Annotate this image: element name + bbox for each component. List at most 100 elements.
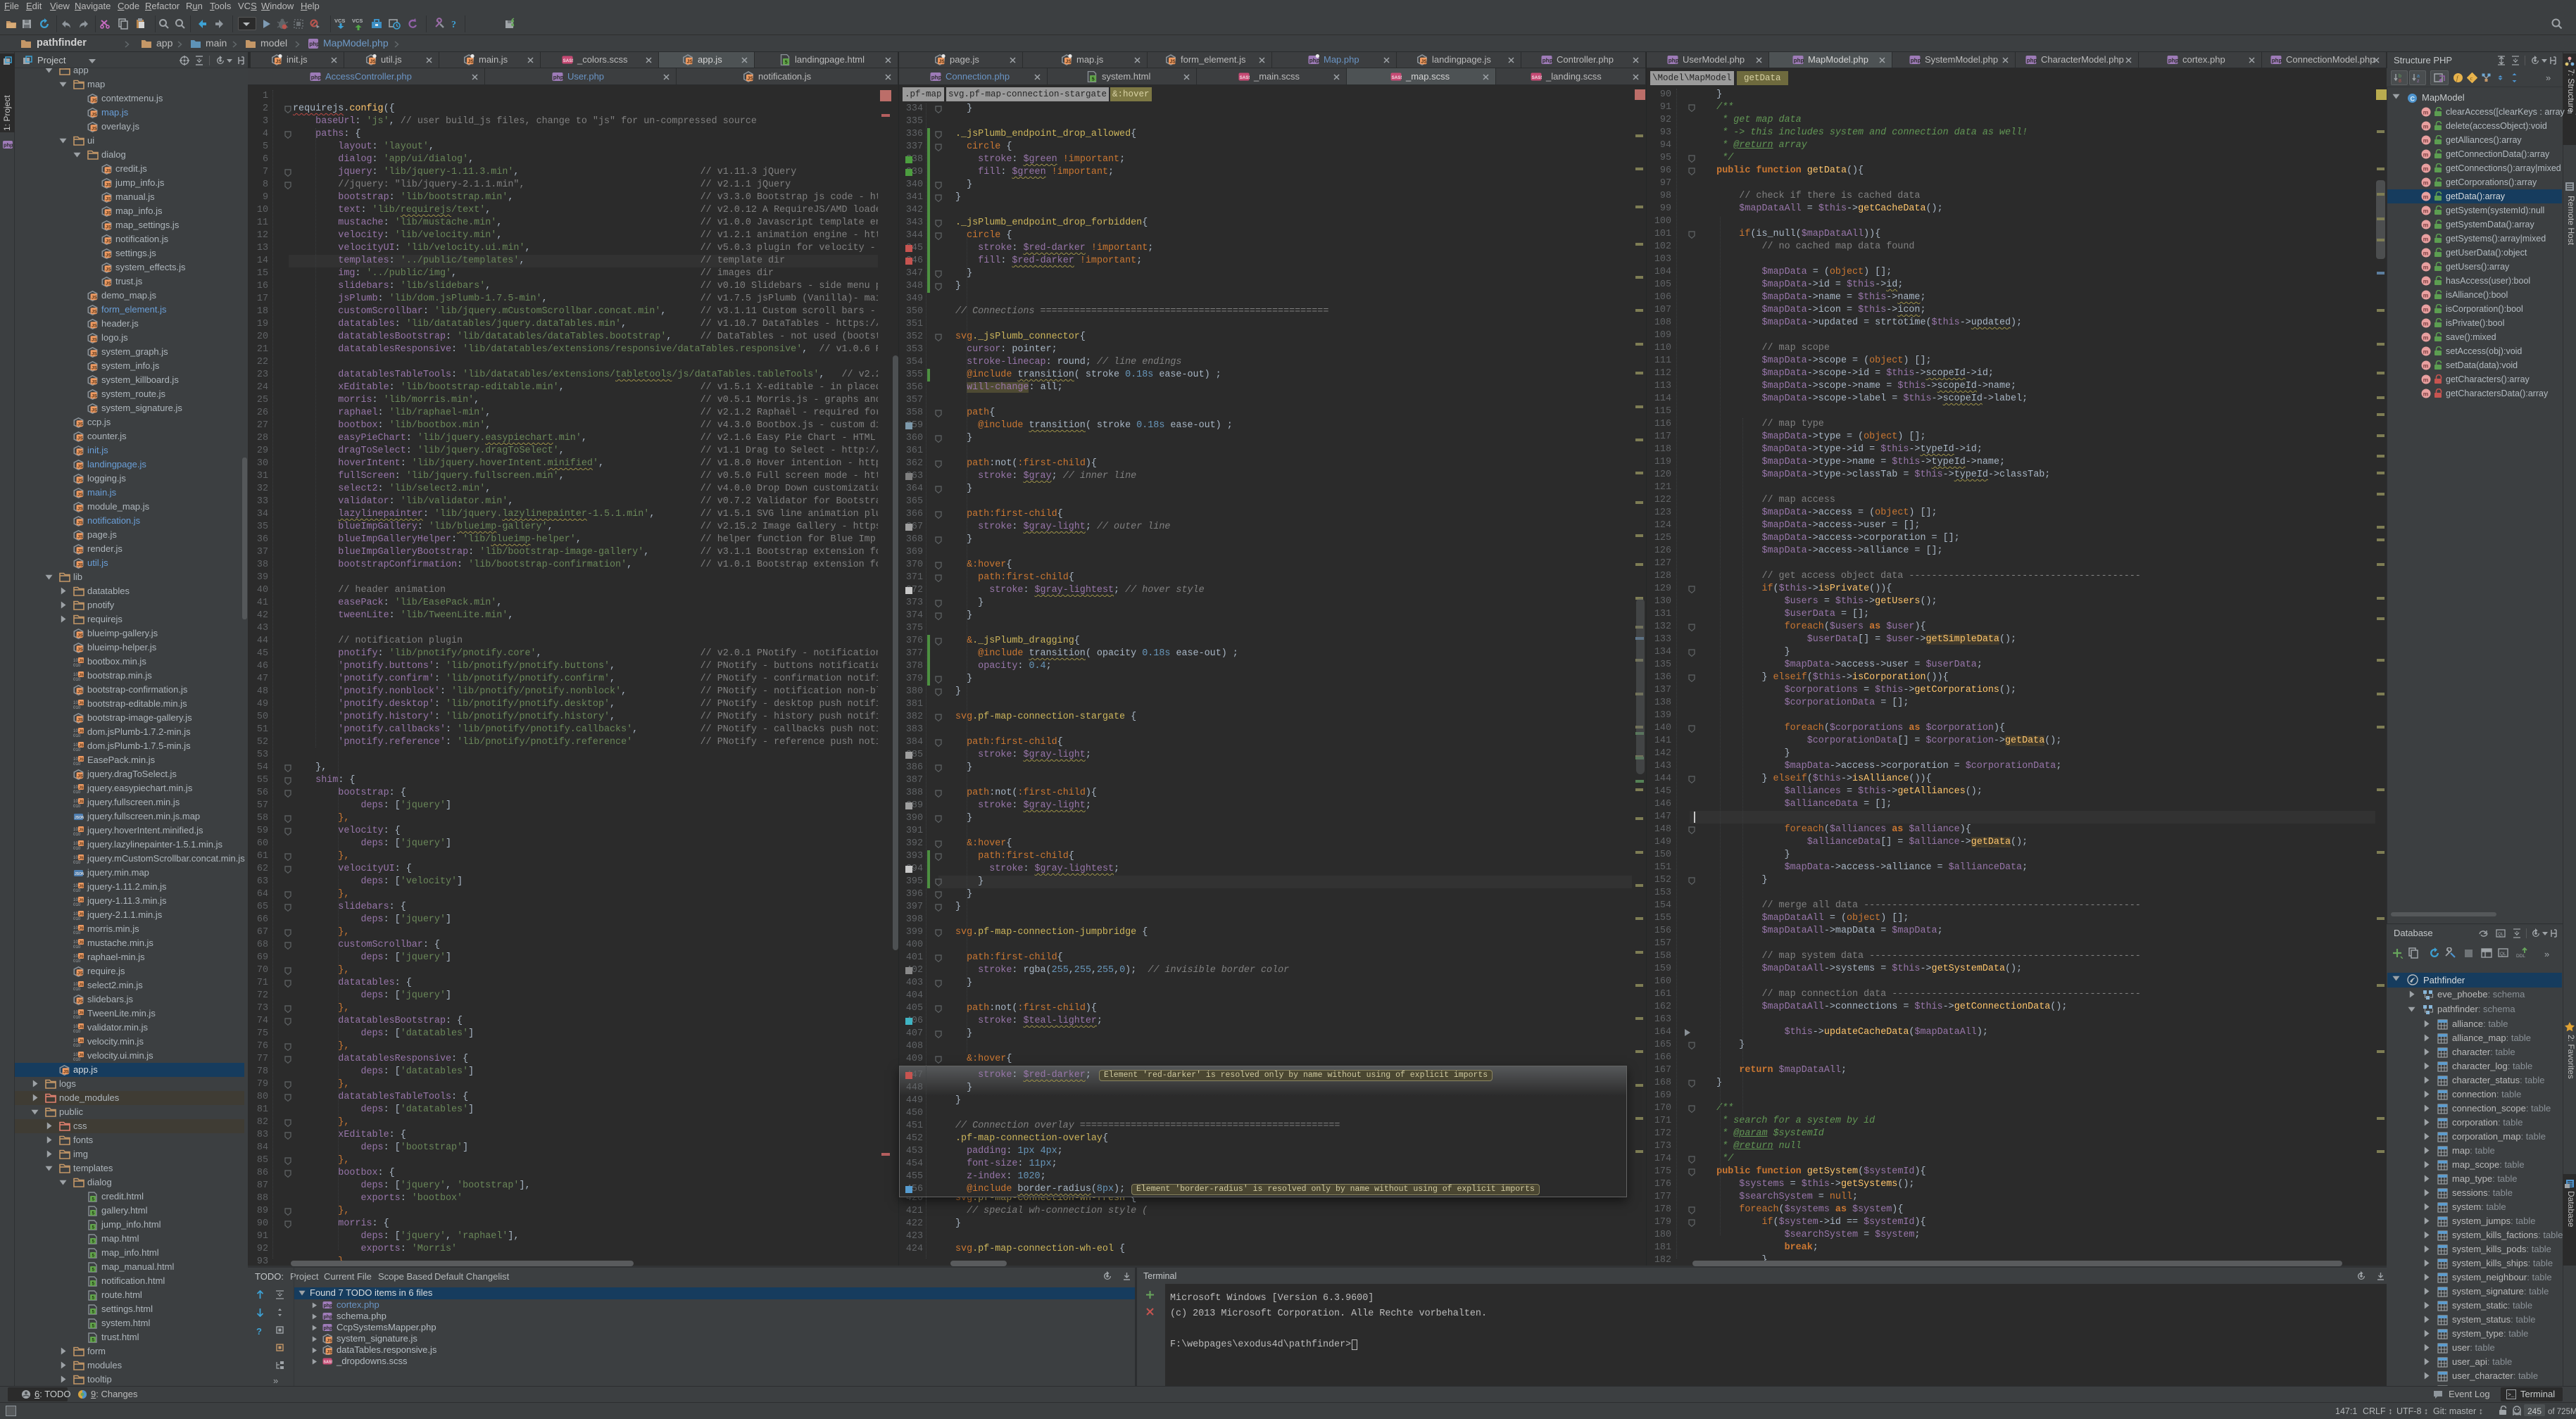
svg-text:>_: >_ — [2508, 1392, 2515, 1399]
svg-text:JS: JS — [79, 927, 84, 931]
svg-text:JS: JS — [106, 225, 112, 229]
svg-text:JS: JS — [77, 633, 84, 638]
svg-text:php: php — [2272, 58, 2282, 64]
svg-text:JS: JS — [92, 309, 98, 314]
svg-text:php: php — [2168, 58, 2178, 64]
svg-text:m: m — [2423, 222, 2429, 229]
svg-text:?: ? — [451, 20, 456, 30]
svg-text:SASS: SASS — [1240, 75, 1250, 80]
svg-text:JS: JS — [63, 1069, 70, 1074]
svg-text:SASS: SASS — [563, 58, 573, 63]
svg-text:z: z — [2417, 79, 2420, 83]
svg-text:JS: JS — [79, 955, 84, 959]
svg-text:php: php — [1794, 58, 1804, 64]
svg-text:JS: JS — [106, 168, 112, 173]
svg-text:010: 010 — [73, 705, 81, 710]
svg-text:JS: JS — [370, 59, 376, 64]
svg-text:JS: JS — [1421, 59, 1427, 64]
svg-text:10: 10 — [73, 658, 78, 663]
svg-text:JS: JS — [467, 59, 474, 64]
svg-text:php: php — [309, 41, 319, 47]
svg-text:010: 010 — [73, 663, 81, 667]
svg-text:php: php — [1543, 58, 1552, 64]
svg-text:m: m — [2423, 165, 2429, 172]
svg-text:10: 10 — [73, 1052, 78, 1057]
svg-text:010: 010 — [73, 902, 81, 907]
svg-text:JS: JS — [106, 239, 112, 244]
svg-text:10: 10 — [73, 785, 78, 790]
svg-text:m: m — [2423, 292, 2429, 299]
svg-text:JS: JS — [327, 1338, 332, 1343]
svg-text:JS: JS — [77, 717, 84, 722]
svg-text:VCS: VCS — [334, 18, 345, 24]
svg-text:php: php — [324, 1304, 333, 1308]
svg-text:010: 010 — [73, 1029, 81, 1033]
svg-text:JS: JS — [77, 450, 84, 455]
svg-text:010: 010 — [73, 959, 81, 963]
svg-text:JS: JS — [77, 436, 84, 441]
svg-text:JS: JS — [92, 351, 98, 356]
svg-text:JS: JS — [79, 857, 84, 861]
svg-text:010: 010 — [73, 987, 81, 991]
svg-text:JS: JS — [106, 253, 112, 258]
svg-text:010: 010 — [73, 945, 81, 949]
svg-text:C: C — [2411, 96, 2415, 103]
svg-text:c: c — [2470, 75, 2473, 82]
svg-text:QL: QL — [2498, 933, 2504, 937]
svg-text:010: 010 — [73, 733, 81, 738]
svg-text:JS: JS — [79, 828, 84, 833]
svg-text:a: a — [2417, 74, 2420, 79]
svg-text:JS: JS — [77, 647, 84, 652]
svg-text:010: 010 — [73, 1057, 81, 1061]
svg-text:JS: JS — [77, 548, 84, 553]
svg-text:JS: JS — [1065, 59, 1072, 64]
svg-text:JS: JS — [79, 1026, 84, 1030]
svg-text:JS: JS — [79, 744, 84, 748]
svg-text:m: m — [2423, 109, 2429, 116]
svg-text:10: 10 — [73, 700, 78, 705]
svg-text:php: php — [4, 142, 13, 149]
svg-text:m: m — [2423, 362, 2429, 370]
svg-text:JS: JS — [92, 126, 98, 131]
svg-text:m: m — [2423, 264, 2429, 271]
svg-text:JS: JS — [79, 885, 84, 889]
svg-text:010: 010 — [73, 860, 81, 864]
svg-text:10: 10 — [73, 827, 78, 832]
svg-text:JS: JS — [79, 702, 84, 706]
svg-text:JS: JS — [92, 393, 98, 398]
svg-text:JS: JS — [106, 196, 112, 201]
svg-text:5: 5 — [92, 1296, 95, 1301]
svg-text:10: 10 — [73, 1038, 78, 1043]
svg-text:10: 10 — [73, 799, 78, 804]
svg-text:10: 10 — [73, 855, 78, 860]
svg-text:QL: QL — [2500, 952, 2506, 957]
svg-text:JS: JS — [92, 98, 98, 103]
svg-text:JS: JS — [77, 492, 84, 497]
svg-text:JS: JS — [79, 758, 84, 762]
svg-text:php: php — [931, 75, 941, 81]
svg-text:010: 010 — [73, 931, 81, 935]
svg-text:m: m — [2423, 179, 2429, 187]
svg-text:10: 10 — [73, 757, 78, 762]
svg-text:JS: JS — [92, 365, 98, 370]
svg-text:5: 5 — [1092, 77, 1095, 82]
svg-text:DDL: DDL — [2516, 954, 2525, 959]
svg-text:5: 5 — [785, 60, 788, 65]
svg-text:JS: JS — [77, 534, 84, 539]
svg-text:VCS: VCS — [352, 18, 363, 24]
svg-text:5: 5 — [92, 1324, 95, 1329]
svg-text:JS: JS — [275, 59, 282, 64]
svg-text:JS: JS — [79, 660, 84, 664]
svg-text:JS: JS — [92, 408, 98, 412]
svg-text:JS: JS — [686, 59, 693, 64]
svg-text:JS: JS — [79, 1040, 84, 1044]
svg-text:JS: JS — [77, 506, 84, 511]
svg-text:php: php — [311, 75, 321, 81]
svg-text:JS: JS — [79, 983, 84, 988]
svg-text:m: m — [2423, 194, 2429, 201]
svg-text:5: 5 — [92, 1338, 95, 1343]
svg-text:m: m — [2423, 320, 2429, 327]
svg-text:JS: JS — [79, 1011, 84, 1016]
svg-text:JS: JS — [77, 422, 84, 427]
svg-text:JS: JS — [79, 730, 84, 734]
